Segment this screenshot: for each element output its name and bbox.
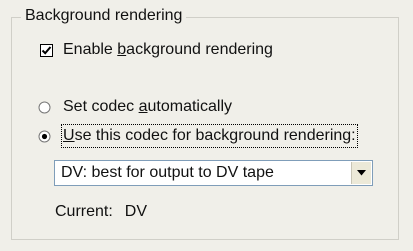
label-text: Set codec (63, 98, 139, 115)
chevron-down-icon (357, 170, 366, 176)
set-codec-automatically-radio[interactable]: Set codec automatically (38, 97, 232, 117)
checkbox-box[interactable] (40, 43, 53, 57)
group-title: Background rendering (21, 6, 187, 26)
radio-unselected-icon[interactable] (38, 101, 51, 114)
label-text: Enable (63, 41, 118, 58)
accelerator-key: a (138, 98, 148, 115)
codec-select[interactable]: DV: best for output to DV tape (54, 160, 373, 186)
accelerator-key: U (63, 127, 75, 144)
use-this-codec-label: Use this codec for background rendering: (61, 124, 358, 148)
label-text: ackground rendering (126, 41, 273, 58)
accelerator-key: b (117, 41, 127, 58)
enable-background-rendering-checkbox[interactable]: Enable background rendering (40, 40, 273, 60)
check-mark-icon (41, 45, 52, 55)
label-text: utomatically (147, 98, 232, 115)
radio-selected-icon[interactable] (38, 130, 51, 143)
set-codec-automatically-label: Set codec automatically (63, 97, 232, 117)
codec-select-value: DV: best for output to DV tape (61, 164, 274, 181)
current-value: DV (124, 203, 148, 220)
codec-dropdown-button[interactable] (351, 162, 371, 184)
current-codec-row: Current: DV (55, 202, 147, 222)
label-text: se this codec for background rendering: (74, 127, 356, 144)
enable-background-rendering-label: Enable background rendering (63, 40, 273, 60)
current-label: Current: (55, 203, 113, 220)
use-this-codec-radio[interactable]: Use this codec for background rendering: (38, 124, 358, 148)
